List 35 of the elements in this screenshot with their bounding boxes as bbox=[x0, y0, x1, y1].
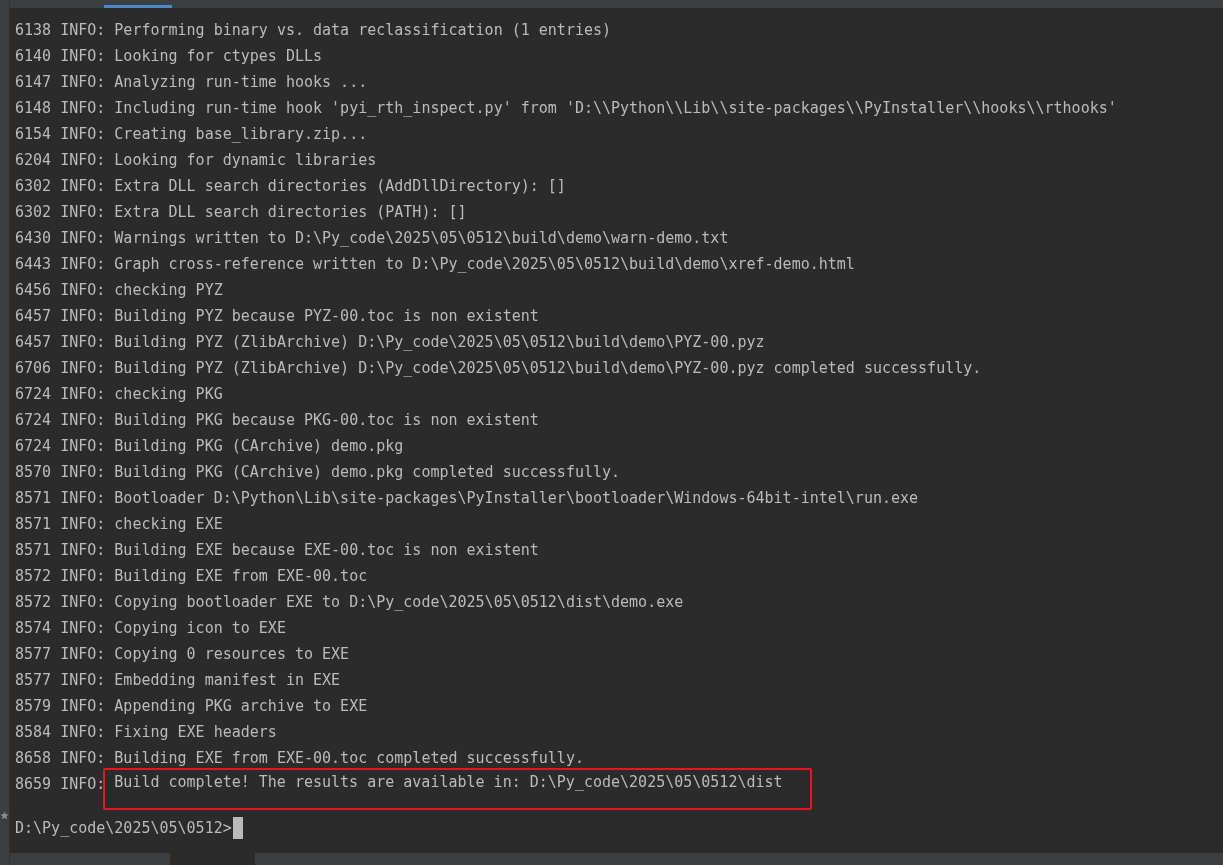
log-line: 6724 INFO: Building PKG (CArchive) demo.pkg bbox=[15, 437, 404, 455]
log-line: 6138 INFO: Performing binary vs. data reclassification (1 entries) bbox=[15, 21, 612, 39]
log-line: 6724 INFO: Building PKG because PKG-00.toc is non existent bbox=[15, 411, 539, 429]
log-line: 8572 INFO: Building EXE from EXE-00.toc bbox=[15, 567, 368, 585]
log-line: 6457 INFO: Building PYZ because PYZ-00.toc is non existent bbox=[15, 307, 539, 325]
prompt-text: D:\Py_code\2025\05\0512> bbox=[15, 818, 232, 839]
active-tab-indicator bbox=[104, 5, 172, 8]
text-cursor bbox=[232, 817, 243, 839]
log-line: 6302 INFO: Extra DLL search directories (PATH): [] bbox=[15, 203, 467, 221]
log-line: 8579 INFO: Appending PKG archive to EXE bbox=[15, 697, 368, 715]
log-line: 8571 INFO: checking EXE bbox=[15, 515, 223, 533]
log-line: 6140 INFO: Looking for ctypes DLLs bbox=[15, 47, 323, 65]
log-line: 8571 INFO: Building EXE because EXE-00.toc is non existent bbox=[15, 541, 539, 559]
log-line: 8570 INFO: Building PKG (CArchive) demo.pkg completed successfully. bbox=[15, 463, 621, 481]
log-line: 6154 INFO: Creating base_library.zip... bbox=[15, 125, 368, 143]
log-line: 8658 INFO: Building EXE from EXE-00.toc completed successfully. bbox=[15, 749, 584, 767]
log-prefix: 8659 INFO: bbox=[15, 775, 106, 793]
log-line: 6302 INFO: Extra DLL search directories (AddDllDirectory): [] bbox=[15, 177, 566, 195]
log-line: 6204 INFO: Looking for dynamic libraries bbox=[15, 151, 377, 169]
highlighted-message: Build complete! The results are available in: D:\Py_code\2025\05\0512\dist bbox=[103, 768, 812, 810]
log-line: 6443 INFO: Graph cross-reference written to D:\Py_code\2025\05\0512\build\demo\xref-demo.html bbox=[15, 255, 855, 273]
log-line: 6430 INFO: Warnings written to D:\Py_code\2025\05\0512\build\demo\warn-demo.txt bbox=[15, 229, 729, 247]
log-line: 8584 INFO: Fixing EXE headers bbox=[15, 723, 277, 741]
log-line: 8577 INFO: Copying 0 resources to EXE bbox=[15, 645, 350, 663]
log-line: 6457 INFO: Building PYZ (ZlibArchive) D:\Py_code\2025\05\0512\build\demo\PYZ-00.pyz bbox=[15, 333, 765, 351]
log-line: 8572 INFO: Copying bootloader EXE to D:\Py_code\2025\05\0512\dist\demo.exe bbox=[15, 593, 684, 611]
star-icon[interactable] bbox=[0, 811, 9, 820]
log-line: 6456 INFO: checking PYZ bbox=[15, 281, 223, 299]
log-line: 6147 INFO: Analyzing run-time hooks ... bbox=[15, 73, 368, 91]
log-line: 6706 INFO: Building PYZ (ZlibArchive) D:\Py_code\2025\05\0512\build\demo\PYZ-00.pyz completed successfully. bbox=[15, 359, 982, 377]
log-line: 8574 INFO: Copying icon to EXE bbox=[15, 619, 286, 637]
log-line: 6724 INFO: checking PKG bbox=[15, 385, 223, 403]
log-line: 8571 INFO: Bootloader D:\Python\Lib\site-packages\PyInstaller\bootloader\Windows-64bit-intel\run.exe bbox=[15, 489, 919, 507]
log-line: 6148 INFO: Including run-time hook 'pyi_rth_inspect.py' from 'D:\\Python\\Lib\\site-packages\\PyInstaller\\hooks\\rthooks' bbox=[15, 99, 1117, 117]
log-line: 8577 INFO: Embedding manifest in EXE bbox=[15, 671, 341, 689]
